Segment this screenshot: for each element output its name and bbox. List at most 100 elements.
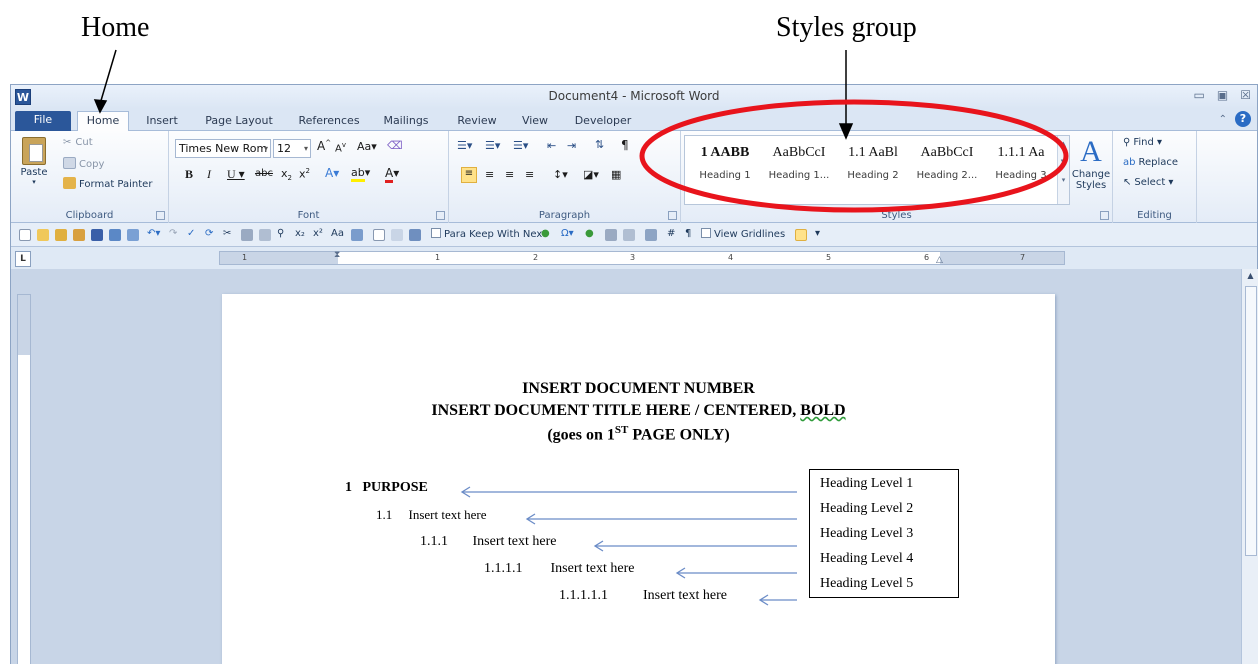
underline-button[interactable]: U ▾ <box>227 167 245 182</box>
numbering-button[interactable]: ☰▾ <box>485 139 500 152</box>
chevron-up-icon[interactable]: ▲ <box>1058 140 1069 148</box>
cut-button[interactable]: ✂ Cut <box>63 137 93 148</box>
minimize-ribbon-icon[interactable]: ⌃ <box>1219 114 1227 125</box>
multilevel-list-button[interactable]: ☰▾ <box>513 139 528 152</box>
find-button[interactable]: ⚲ Find ▾ <box>1123 137 1162 148</box>
insert-table-icon[interactable] <box>241 229 253 241</box>
align-center-button[interactable]: ≡ <box>485 168 494 181</box>
scroll-thumb[interactable] <box>1244 286 1257 556</box>
columns-icon[interactable] <box>259 229 271 241</box>
tab-file[interactable]: File <box>15 111 71 131</box>
strikethrough-button[interactable]: abc <box>255 168 273 179</box>
green-circle-icon[interactable]: ● <box>541 228 550 239</box>
document-page[interactable]: INSERT DOCUMENT NUMBER INSERT DOCUMENT T… <box>222 294 1055 664</box>
change-case-button[interactable]: Aa▾ <box>357 140 377 153</box>
tab-page-layout[interactable]: Page Layout <box>199 112 279 131</box>
view-gridlines-checkbox[interactable]: View Gridlines <box>701 228 785 240</box>
clipboard-launcher-icon[interactable] <box>156 211 165 220</box>
styles-gallery-scroll[interactable]: ▲ ▼ ▾ <box>1057 136 1069 204</box>
format-painter-button[interactable]: Format Painter <box>63 177 152 190</box>
indent-marker-icon[interactable]: ⧗ <box>334 250 340 260</box>
gallery-more-icon[interactable]: ▾ <box>1058 176 1069 184</box>
replace-button[interactable]: ab Replace <box>1123 157 1178 168</box>
bold-button[interactable]: B <box>185 167 193 182</box>
justify-button[interactable]: ≡ <box>525 168 534 181</box>
pilcrow-icon[interactable]: ¶ <box>685 228 691 239</box>
help-icon[interactable]: ? <box>1235 111 1251 127</box>
header-footer-icon[interactable] <box>391 229 403 241</box>
highlight-button[interactable]: ab▾ <box>351 166 370 182</box>
green-circle-2-icon[interactable]: ● <box>585 228 594 239</box>
borders-button[interactable]: ▦ <box>611 168 621 181</box>
textbox-icon[interactable] <box>623 229 635 241</box>
tab-references[interactable]: References <box>293 112 365 131</box>
restore-icon[interactable]: ▣ <box>1217 88 1228 102</box>
open-recent-icon[interactable] <box>55 229 67 241</box>
scroll-up-icon[interactable]: ▲ <box>1242 271 1258 280</box>
gridlines-icon[interactable]: # <box>667 228 675 239</box>
tab-insert[interactable]: Insert <box>139 112 185 131</box>
chevron-down-icon[interactable]: ▼ <box>1058 158 1069 166</box>
redo-icon[interactable]: ↷ <box>169 228 177 239</box>
table-grid-icon[interactable] <box>351 229 363 241</box>
change-case-qat-icon[interactable]: Aa <box>331 228 344 239</box>
para-keep-with-next-checkbox[interactable]: Para Keep With Next <box>431 228 546 240</box>
customize-qat-icon[interactable]: ▾ <box>815 228 820 239</box>
shrink-font-button[interactable]: Av <box>335 141 346 154</box>
superscript-button[interactable]: x2 <box>299 167 310 181</box>
tab-view[interactable]: View <box>515 112 555 131</box>
tab-developer[interactable]: Developer <box>567 112 639 131</box>
minimize-icon[interactable]: ▭ <box>1194 88 1205 102</box>
refresh-icon[interactable]: ⟳ <box>205 228 213 239</box>
styles-launcher-icon[interactable] <box>1100 211 1109 220</box>
find-qat-icon[interactable]: ⚲ <box>277 228 284 239</box>
bullets-button[interactable]: ☰▾ <box>457 139 472 152</box>
table-highlight-icon[interactable] <box>795 229 807 241</box>
bookmark-icon[interactable] <box>605 229 617 241</box>
spelling-icon[interactable]: ✓ <box>187 228 195 239</box>
quick-parts-icon[interactable] <box>645 229 657 241</box>
tab-mailings[interactable]: Mailings <box>375 112 437 131</box>
font-launcher-icon[interactable] <box>436 211 445 220</box>
copy-button[interactable]: Copy <box>63 157 104 170</box>
right-indent-marker-icon[interactable]: △ <box>936 255 943 265</box>
symbol-icon[interactable]: Ω▾ <box>561 228 574 239</box>
increase-indent-button[interactable]: ⇥ <box>567 139 576 152</box>
font-color-button[interactable]: A▾ <box>385 166 399 183</box>
page-icon[interactable] <box>373 229 385 241</box>
change-styles-button[interactable]: A Change Styles <box>1071 135 1111 205</box>
print-preview-icon[interactable] <box>109 229 121 241</box>
close-icon[interactable]: ☒ <box>1240 88 1251 102</box>
open-folder-icon[interactable] <box>37 229 49 241</box>
folder-icon[interactable] <box>73 229 85 241</box>
align-right-button[interactable]: ≡ <box>505 168 514 181</box>
paste-button[interactable]: Paste ▾ <box>19 137 49 195</box>
sort-button[interactable]: ⇅ <box>595 138 604 151</box>
align-left-button[interactable]: ≡ <box>461 167 477 183</box>
paragraph-launcher-icon[interactable] <box>668 211 677 220</box>
text-effects-button[interactable]: A▾ <box>325 166 339 180</box>
save-icon[interactable] <box>91 229 103 241</box>
subscript-button[interactable]: x2 <box>281 167 292 182</box>
superscript-qat-icon[interactable]: x² <box>313 228 323 239</box>
select-button[interactable]: ↖ Select ▾ <box>1123 177 1173 188</box>
vertical-scrollbar[interactable]: ▲ <box>1241 269 1258 664</box>
shading-button[interactable]: ◪▾ <box>583 168 599 181</box>
cut-qat-icon[interactable]: ✂ <box>223 228 231 239</box>
line-spacing-button[interactable]: ↕▾ <box>553 168 568 181</box>
table-style-icon[interactable] <box>409 229 421 241</box>
undo-icon[interactable]: ↶▾ <box>147 228 160 239</box>
horizontal-ruler[interactable]: 1 1 2 3 4 5 6 7 ⧗ △ <box>219 250 1065 265</box>
style-heading-1-alt[interactable]: AaBbCcI Heading 1... <box>763 142 835 202</box>
style-heading-2-alt[interactable]: AaBbCcI Heading 2... <box>911 142 983 202</box>
clear-formatting-icon[interactable]: ⌫ <box>387 139 403 152</box>
vertical-ruler[interactable] <box>17 294 31 664</box>
grow-font-button[interactable]: A^ <box>317 139 331 153</box>
font-size-select[interactable]: 12 ▾ <box>273 139 311 158</box>
italic-button[interactable]: I <box>207 167 211 182</box>
style-heading-3[interactable]: 1.1.1 Aa Heading 3 <box>985 142 1057 202</box>
subscript-qat-icon[interactable]: x₂ <box>295 228 305 239</box>
font-name-select[interactable]: Times New Rom ▾ <box>175 139 271 158</box>
tab-home[interactable]: Home <box>77 111 129 131</box>
style-heading-2[interactable]: 1.1 AaBl Heading 2 <box>837 142 909 202</box>
